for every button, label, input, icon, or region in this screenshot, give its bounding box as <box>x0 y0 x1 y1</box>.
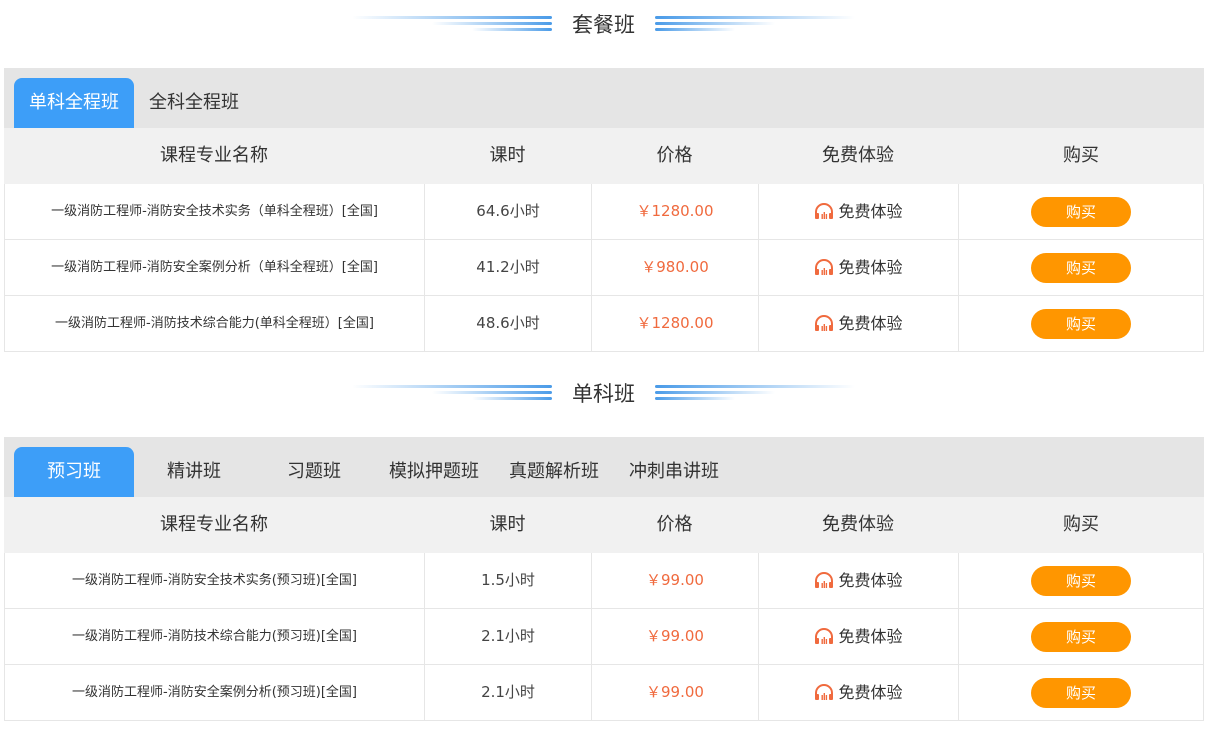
headphones-icon <box>814 299 834 354</box>
course-name: 一级消防工程师-消防技术综合能力(单科全程班）[全国] <box>55 316 374 331</box>
course-price: ￥1280.00 <box>592 296 759 351</box>
section-title: 套餐班 <box>572 13 635 37</box>
course-name-link[interactable]: 一级消防工程师-消防安全技术实务(预习班)[全国] <box>5 553 425 608</box>
table-row: 一级消防工程师-消防技术综合能力(预习班)[全国] 2.1小时 ￥99.00 免… <box>4 609 1204 665</box>
course-name: 一级消防工程师-消防安全技术实务(预习班)[全国] <box>72 573 357 588</box>
course-hours: 41.2小时 <box>425 240 592 295</box>
course-name: 一级消防工程师-消防安全案例分析(预习班)[全国] <box>72 685 357 700</box>
header-buy: 购买 <box>1063 514 1099 535</box>
free-trial-label: 免费体验 <box>838 571 903 590</box>
course-name-link[interactable]: 一级消防工程师-消防安全技术实务（单科全程班）[全国] <box>5 184 425 239</box>
title-decoration-right <box>655 12 855 38</box>
free-trial-label: 免费体验 <box>838 314 903 333</box>
title-decoration-right <box>655 381 855 407</box>
course-hours: 2.1小时 <box>425 609 592 664</box>
buy-cell: 购买 <box>959 296 1203 351</box>
course-name-link[interactable]: 一级消防工程师-消防技术综合能力(预习班)[全国] <box>5 609 425 664</box>
table-row: 一级消防工程师-消防安全技术实务（单科全程班）[全国] 64.6小时 ￥1280… <box>4 184 1204 240</box>
tab-single-full-course[interactable]: 单科全程班 <box>14 78 134 128</box>
free-trial-label: 免费体验 <box>838 258 903 277</box>
tab-intensive-class[interactable]: 精讲班 <box>134 447 254 497</box>
buy-button[interactable]: 购买 <box>1031 566 1131 596</box>
buy-cell: 购买 <box>959 184 1203 239</box>
table-header: 课程专业名称 课时 价格 免费体验 购买 <box>4 497 1204 553</box>
tab-bar: 单科全程班 全科全程班 <box>4 68 1204 128</box>
table-row: 一级消防工程师-消防技术综合能力(单科全程班）[全国] 48.6小时 ￥1280… <box>4 296 1204 352</box>
headphones-icon <box>814 668 834 723</box>
header-free-trial: 免费体验 <box>822 145 894 166</box>
tab-sprint-review-class[interactable]: 冲刺串讲班 <box>624 447 724 497</box>
buy-button[interactable]: 购买 <box>1031 622 1131 652</box>
free-trial-link[interactable]: 免费体验 <box>759 553 959 608</box>
buy-button[interactable]: 购买 <box>1031 678 1131 708</box>
headphones-icon <box>814 243 834 298</box>
headphones-icon <box>814 556 834 611</box>
header-course-name: 课程专业名称 <box>160 145 268 166</box>
tab-exercise-class[interactable]: 习题班 <box>254 447 374 497</box>
buy-button[interactable]: 购买 <box>1031 309 1131 339</box>
table-header: 课程专业名称 课时 价格 免费体验 购买 <box>4 128 1204 184</box>
course-name: 一级消防工程师-消防安全技术实务（单科全程班）[全国] <box>51 204 378 219</box>
course-price: ￥980.00 <box>592 240 759 295</box>
course-price: ￥99.00 <box>592 553 759 608</box>
header-hours: 课时 <box>489 514 526 535</box>
tab-mock-exam-class[interactable]: 模拟押题班 <box>384 447 484 497</box>
course-hours: 1.5小时 <box>425 553 592 608</box>
header-price: 价格 <box>656 514 693 535</box>
table-row: 一级消防工程师-消防安全案例分析（单科全程班）[全国] 41.2小时 ￥980.… <box>4 240 1204 296</box>
course-name: 一级消防工程师-消防技术综合能力(预习班)[全国] <box>72 629 357 644</box>
table-row: 一级消防工程师-消防安全技术实务(预习班)[全国] 1.5小时 ￥99.00 免… <box>4 553 1204 609</box>
free-trial-label: 免费体验 <box>838 202 903 221</box>
header-price: 价格 <box>656 145 693 166</box>
buy-cell: 购买 <box>959 609 1203 664</box>
free-trial-link[interactable]: 免费体验 <box>759 184 959 239</box>
table-row: 一级消防工程师-消防安全案例分析(预习班)[全国] 2.1小时 ￥99.00 免… <box>4 665 1204 721</box>
course-hours: 2.1小时 <box>425 665 592 720</box>
buy-cell: 购买 <box>959 553 1203 608</box>
buy-button[interactable]: 购买 <box>1031 253 1131 283</box>
section-title: 单科班 <box>572 382 635 406</box>
package-course-panel: 单科全程班 全科全程班 课程专业名称 课时 价格 免费体验 购买 一级消防工程师… <box>4 68 1204 352</box>
tab-bar: 预习班 精讲班 习题班 模拟押题班 真题解析班 冲刺串讲班 <box>4 437 1204 497</box>
header-hours: 课时 <box>489 145 526 166</box>
free-trial-label: 免费体验 <box>838 683 903 702</box>
course-name-link[interactable]: 一级消防工程师-消防安全案例分析(预习班)[全国] <box>5 665 425 720</box>
course-price: ￥99.00 <box>592 665 759 720</box>
course-name-link[interactable]: 一级消防工程师-消防安全案例分析（单科全程班）[全国] <box>5 240 425 295</box>
free-trial-label: 免费体验 <box>838 627 903 646</box>
course-hours: 64.6小时 <box>425 184 592 239</box>
headphones-icon <box>814 612 834 667</box>
headphones-icon <box>814 187 834 242</box>
header-course-name: 课程专业名称 <box>160 514 268 535</box>
tab-preview-class[interactable]: 预习班 <box>14 447 134 497</box>
buy-button[interactable]: 购买 <box>1031 197 1131 227</box>
single-section-title-bar: 单科班 <box>0 374 1207 414</box>
course-price: ￥99.00 <box>592 609 759 664</box>
free-trial-link[interactable]: 免费体验 <box>759 609 959 664</box>
package-section-title-bar: 套餐班 <box>0 5 1207 45</box>
free-trial-link[interactable]: 免费体验 <box>759 665 959 720</box>
buy-cell: 购买 <box>959 240 1203 295</box>
course-price: ￥1280.00 <box>592 184 759 239</box>
header-free-trial: 免费体验 <box>822 514 894 535</box>
buy-cell: 购买 <box>959 665 1203 720</box>
header-buy: 购买 <box>1063 145 1099 166</box>
tab-all-subjects-full-course[interactable]: 全科全程班 <box>134 78 254 128</box>
tab-past-paper-class[interactable]: 真题解析班 <box>504 447 604 497</box>
free-trial-link[interactable]: 免费体验 <box>759 240 959 295</box>
course-name-link[interactable]: 一级消防工程师-消防技术综合能力(单科全程班）[全国] <box>5 296 425 351</box>
course-name: 一级消防工程师-消防安全案例分析（单科全程班）[全国] <box>51 260 378 275</box>
single-course-panel: 预习班 精讲班 习题班 模拟押题班 真题解析班 冲刺串讲班 课程专业名称 课时 … <box>4 437 1204 721</box>
course-hours: 48.6小时 <box>425 296 592 351</box>
free-trial-link[interactable]: 免费体验 <box>759 296 959 351</box>
